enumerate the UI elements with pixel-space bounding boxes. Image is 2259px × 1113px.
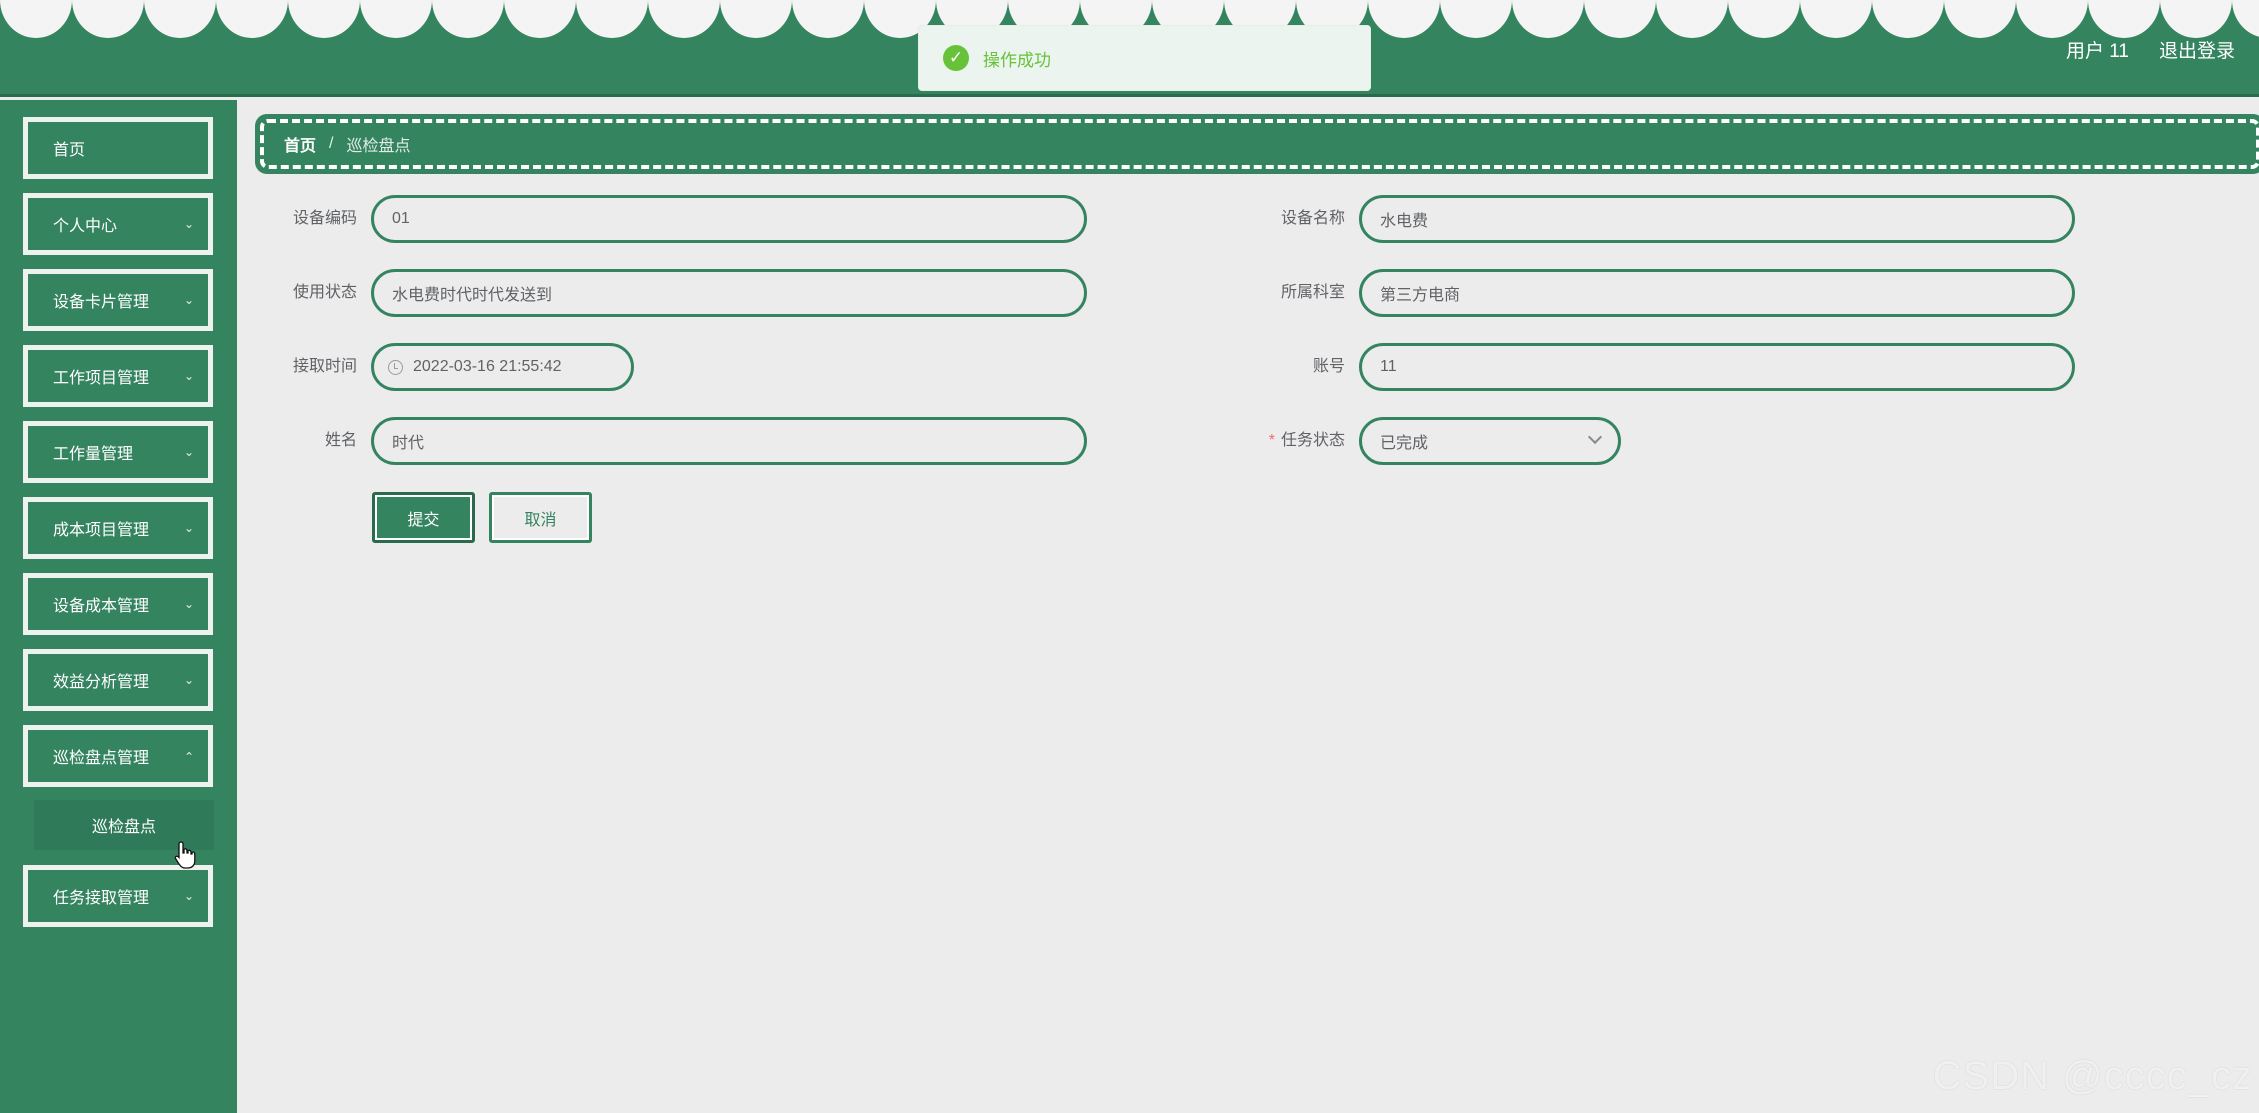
cancel-button[interactable]: 取消	[489, 492, 592, 543]
header-scallop	[792, 0, 864, 38]
breadcrumb-inner: 首页 / 巡检盘点	[260, 119, 2259, 169]
header-scallop	[72, 0, 144, 38]
usage-status-input[interactable]: 水电费时代时代发送到	[371, 269, 1087, 317]
header-scallop	[720, 0, 792, 38]
header-scallop	[0, 0, 72, 38]
header-scallop	[1944, 0, 2016, 38]
sidebar-item-label: 设备卡片管理	[53, 294, 150, 311]
task-status-label-text: 任务状态	[1280, 432, 1345, 449]
device-name-value: 水电费	[1380, 213, 1429, 230]
sidebar-item-label: 效益分析管理	[53, 674, 150, 691]
clock-icon	[388, 359, 403, 375]
header-scallop	[576, 0, 648, 38]
sidebar-item-benefit-analysis[interactable]: 效益分析管理 ⌄	[23, 649, 213, 711]
department-label: 所属科室	[1280, 284, 1345, 301]
sidebar-item-label: 首页	[53, 142, 86, 159]
sidebar-item-device-cost[interactable]: 设备成本管理 ⌄	[23, 573, 213, 635]
chevron-up-icon: ⌄	[183, 749, 194, 763]
name-label: 姓名	[324, 432, 357, 449]
header-scallop	[1368, 0, 1440, 38]
chevron-down-icon: ⌄	[183, 369, 194, 383]
device-name-input[interactable]: 水电费	[1359, 195, 2075, 243]
department-input[interactable]: 第三方电商	[1359, 269, 2075, 317]
header-scallop	[1728, 0, 1800, 38]
check-circle-icon: ✓	[943, 45, 969, 71]
sidebar: 首页 个人中心 ⌄ 设备卡片管理 ⌄ 工作项目管理 ⌄ 工作量管理 ⌄ 成本项目…	[0, 100, 237, 1113]
department-value: 第三方电商	[1380, 287, 1461, 304]
sidebar-item-task-pickup[interactable]: 任务接取管理 ⌄	[23, 865, 213, 927]
header-user-area: 用户 11 退出登录	[2066, 36, 2235, 63]
device-name-label: 设备名称	[1280, 210, 1345, 227]
sidebar-item-device-card[interactable]: 设备卡片管理 ⌄	[23, 269, 213, 331]
header-scallop	[144, 0, 216, 38]
usage-status-label: 使用状态	[292, 284, 357, 301]
current-user-label[interactable]: 用户 11	[2066, 36, 2129, 63]
chevron-down-icon	[1587, 429, 1603, 445]
account-label: 账号	[1312, 358, 1345, 375]
breadcrumb: 首页 / 巡检盘点	[255, 114, 2259, 174]
hand-cursor-icon	[174, 841, 196, 869]
chevron-down-icon: ⌄	[183, 521, 194, 535]
breadcrumb-separator: /	[329, 135, 334, 152]
sidebar-item-cost-project[interactable]: 成本项目管理 ⌄	[23, 497, 213, 559]
task-status-select[interactable]: 已完成	[1359, 417, 1621, 465]
name-input[interactable]: 时代	[371, 417, 1087, 465]
header-scallop	[648, 0, 720, 38]
breadcrumb-current: 巡检盘点	[346, 138, 411, 155]
submit-button[interactable]: 提交	[372, 492, 475, 543]
header-scallop	[1656, 0, 1728, 38]
chevron-down-icon: ⌄	[183, 217, 194, 231]
sidebar-item-inspection[interactable]: 巡检盘点管理 ⌄	[23, 725, 213, 787]
sidebar-item-work-project[interactable]: 工作项目管理 ⌄	[23, 345, 213, 407]
sidebar-item-label: 工作项目管理	[53, 370, 150, 387]
sidebar-item-label: 巡检盘点管理	[53, 750, 150, 767]
header-scallop	[2232, 0, 2259, 38]
chevron-down-icon: ⌄	[183, 889, 194, 903]
success-toast: ✓ 操作成功	[918, 25, 1371, 91]
chevron-down-icon: ⌄	[183, 445, 194, 459]
pickup-time-label: 接取时间	[292, 358, 357, 375]
header-scallop	[432, 0, 504, 38]
device-code-value: 01	[392, 210, 410, 227]
required-mark: *	[1268, 432, 1275, 449]
chevron-down-icon: ⌄	[183, 597, 194, 611]
chevron-down-icon: ⌄	[183, 293, 194, 307]
toast-message: 操作成功	[983, 50, 1051, 70]
header-scallop	[2016, 0, 2088, 38]
watermark: CSDN @cccc_cz	[1932, 1054, 2253, 1098]
header-scallop	[1440, 0, 1512, 38]
sidebar-item-workload[interactable]: 工作量管理 ⌄	[23, 421, 213, 483]
task-status-label: * 任务状态	[1225, 417, 1345, 465]
account-value: 11	[1380, 358, 1397, 375]
name-value: 时代	[392, 435, 425, 452]
sidebar-item-label: 工作量管理	[53, 446, 134, 463]
sidebar-item-label: 个人中心	[53, 218, 118, 235]
sidebar-item-personal-center[interactable]: 个人中心 ⌄	[23, 193, 213, 255]
header-scallop	[504, 0, 576, 38]
task-status-value: 已完成	[1380, 435, 1429, 452]
header-scallop	[360, 0, 432, 38]
device-code-label: 设备编码	[292, 210, 357, 227]
sidebar-item-home[interactable]: 首页	[23, 117, 213, 179]
sidebar-item-label: 任务接取管理	[53, 890, 150, 907]
header-scallop	[216, 0, 288, 38]
header-scallop	[1800, 0, 1872, 38]
submenu-item-label: 巡检盘点	[91, 819, 156, 836]
header-scallop	[1872, 0, 1944, 38]
header-scallop	[2160, 0, 2232, 38]
header-scallop	[2088, 0, 2160, 38]
header-scallop	[1584, 0, 1656, 38]
usage-status-value: 水电费时代时代发送到	[392, 287, 553, 304]
logout-button[interactable]: 退出登录	[2159, 36, 2235, 63]
header-scallop	[288, 0, 360, 38]
chevron-down-icon: ⌄	[183, 673, 194, 687]
sidebar-item-label: 成本项目管理	[53, 522, 150, 539]
sidebar-item-label: 设备成本管理	[53, 598, 150, 615]
pickup-time-picker[interactable]: 2022-03-16 21:55:42	[371, 343, 634, 391]
account-input[interactable]: 11	[1359, 343, 2075, 391]
breadcrumb-home-link[interactable]: 首页	[284, 132, 316, 156]
device-code-input[interactable]: 01	[371, 195, 1087, 243]
pickup-time-value: 2022-03-16 21:55:42	[413, 358, 562, 375]
header-scallop	[1512, 0, 1584, 38]
